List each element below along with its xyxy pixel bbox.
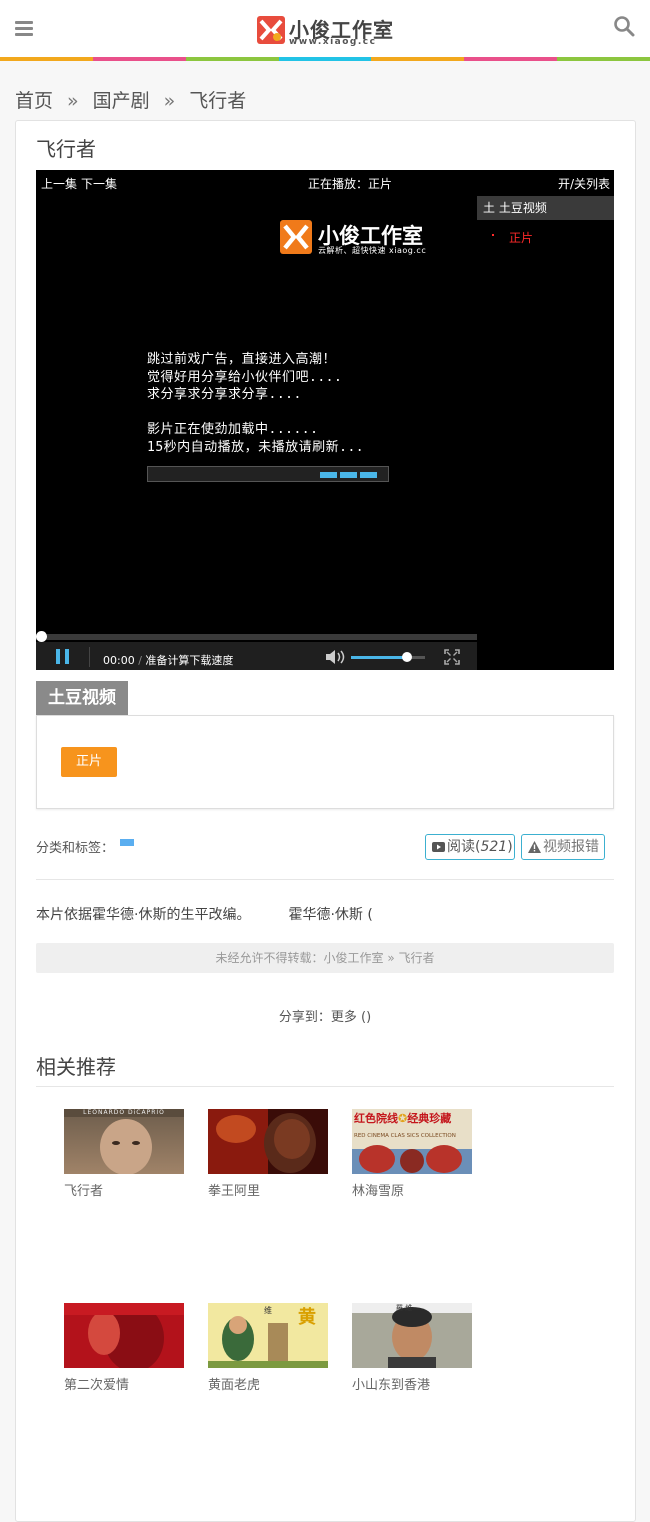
divider: [36, 1086, 614, 1087]
thumbnail-text: RED CINEMA CLAS SICS COLLECTION: [354, 1133, 456, 1139]
color-bar-segment: [557, 57, 650, 61]
related-item-title[interactable]: 小山东到香港: [352, 1374, 472, 1393]
copyright-note: 未经允许不得转载：小俊工作室 » 飞行者: [36, 943, 614, 973]
pause-icon[interactable]: [56, 649, 70, 664]
play-icon: [432, 842, 445, 852]
breadcrumb-current: 飞行者: [189, 90, 247, 112]
related-item[interactable]: LEONARDO DiCAPRIO 飞行者: [64, 1109, 184, 1199]
related-item-title[interactable]: 林海雪原: [352, 1180, 472, 1199]
related-item[interactable]: 第二次爱情: [64, 1303, 184, 1393]
loading-bar: [147, 466, 389, 482]
loading-bar-segment: [340, 472, 357, 478]
player-loading-message: 跳过前戏广告，直接进入高潮！ 觉得好用分享给小伙伴们吧.... 求分享求分享求分…: [147, 352, 365, 455]
player-brand-subtitle: 云解析、超快快速 xiaog.cc: [318, 246, 427, 255]
toggle-playlist-button[interactable]: 开/关列表: [558, 175, 610, 192]
excerpt-text: 本片依据霍华德·休斯的生平改编。: [36, 907, 251, 923]
related-item[interactable]: 红色院线✪经典珍藏 RED CINEMA CLAS SICS COLLECTIO…: [352, 1109, 472, 1199]
site-logo[interactable]: 小俊工作室 www.xiaog.cc: [257, 14, 393, 48]
video-player[interactable]: 上一集 下一集 正在播放：正片 开/关列表 土 土豆视频 正片 小俊工作室 云解…: [36, 170, 614, 670]
logo-mark-icon: [257, 16, 285, 44]
share-count: (): [361, 1010, 372, 1025]
player-time-status: 00:00 / 准备计算下载速度: [103, 654, 234, 667]
read-close: ): [507, 839, 513, 855]
tags-label: 分类和标签：: [36, 841, 115, 856]
report-error-button[interactable]: 视频报错: [521, 834, 605, 860]
tag-chip[interactable]: [120, 839, 134, 846]
breadcrumb-home[interactable]: 首页: [15, 90, 53, 112]
color-bar-segment: [371, 57, 465, 61]
player-logo-icon: [280, 220, 312, 254]
related-item-title[interactable]: 拳王阿里: [208, 1180, 328, 1199]
search-icon[interactable]: [613, 15, 635, 37]
thumbnail-text: 红色院线✪经典珍藏: [354, 1112, 452, 1125]
source-tab[interactable]: 土豆视频: [36, 681, 128, 715]
thumbnail-text: 羅 維: [396, 1304, 413, 1312]
download-status: 准备计算下载速度: [145, 654, 234, 667]
breadcrumb-category[interactable]: 国产剧: [93, 90, 150, 112]
read-count: 521: [480, 839, 508, 855]
related-item-title[interactable]: 第二次爱情: [64, 1374, 184, 1393]
menu-icon[interactable]: [15, 21, 33, 37]
thumbnail-text: LEONARDO DiCAPRIO: [83, 1109, 165, 1116]
read-count-button[interactable]: 阅读(521): [425, 834, 515, 860]
thumbnail-text: 维: [264, 1306, 272, 1315]
playlist-item[interactable]: 正片: [509, 229, 533, 246]
seek-handle[interactable]: [36, 631, 47, 642]
color-bar-segment: [185, 57, 279, 61]
playlist-active-marker: [492, 234, 494, 236]
logo-url: www.xiaog.cc: [289, 37, 377, 47]
related-item-title[interactable]: 黄面老虎: [208, 1374, 328, 1393]
episode-list: [36, 715, 614, 809]
volume-icon[interactable]: [325, 649, 347, 665]
loading-bar-segment: [320, 472, 337, 478]
color-bar-segment: [0, 57, 93, 61]
related-item[interactable]: 羅 維 小山东到香港: [352, 1303, 472, 1393]
divider: [36, 879, 614, 880]
control-divider: [89, 647, 90, 667]
player-brand-logo: 小俊工作室 云解析、超快快速 xiaog.cc: [280, 220, 440, 256]
excerpt-text-2: 霍华德·休斯 (: [288, 907, 373, 923]
share-bar: 分享到：更多 (): [0, 1006, 650, 1025]
related-item[interactable]: 拳王阿里: [208, 1109, 328, 1199]
volume-fill: [351, 656, 407, 659]
related-title: 相关推荐: [36, 1055, 116, 1079]
playlist-source-header[interactable]: 土 土豆视频: [477, 196, 614, 220]
header-color-bar: [0, 57, 650, 61]
post-excerpt: 本片依据霍华德·休斯的生平改编。 霍华德·休斯 (: [36, 904, 373, 924]
loading-bar-segment: [360, 472, 377, 478]
fullscreen-icon[interactable]: [444, 649, 460, 665]
breadcrumb: 首页 » 国产剧 » 飞行者: [15, 86, 246, 113]
color-bar-segment: [278, 57, 372, 61]
seek-bar[interactable]: [36, 634, 477, 640]
related-item[interactable]: 黄 维 黄面老虎: [208, 1303, 328, 1393]
color-bar-segment: [464, 57, 558, 61]
report-label: 视频报错: [543, 839, 599, 855]
volume-handle[interactable]: [401, 652, 412, 662]
related-thumbnail[interactable]: [208, 1109, 328, 1174]
next-episode-link[interactable]: 下一集: [81, 175, 117, 192]
thumbnail-text: 黄: [298, 1307, 316, 1328]
site-header: 小俊工作室 www.xiaog.cc: [0, 0, 650, 57]
share-label: 分享到：: [278, 1010, 331, 1025]
related-thumbnail[interactable]: [64, 1109, 184, 1174]
share-more-link[interactable]: 更多: [331, 1010, 357, 1025]
breadcrumb-separator: »: [67, 90, 79, 112]
prev-episode-link[interactable]: 上一集: [41, 175, 77, 192]
related-thumbnail[interactable]: [64, 1303, 184, 1368]
read-label: 阅读(: [447, 839, 481, 855]
breadcrumb-separator: »: [163, 90, 176, 112]
related-item-title[interactable]: 飞行者: [64, 1180, 184, 1199]
episode-button[interactable]: 正片: [61, 747, 117, 777]
current-time: 00:00: [103, 654, 135, 667]
post-title: 飞行者: [36, 137, 96, 161]
warning-icon: [528, 841, 541, 853]
color-bar-segment: [92, 57, 186, 61]
now-playing-label: 正在播放：正片: [308, 177, 393, 191]
